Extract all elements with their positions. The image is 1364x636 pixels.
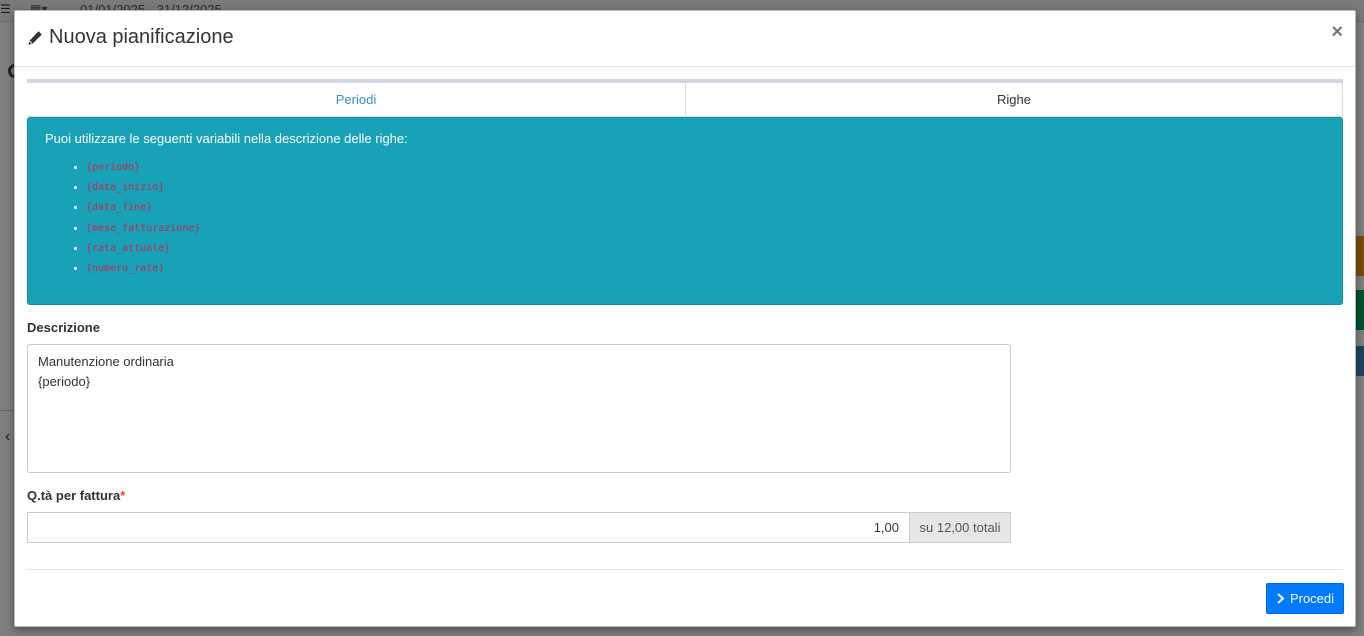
variables-list: {periodo} {data_inizio} {data_fine} {mes… (68, 162, 200, 283)
modal-title: Nuova pianificazione (27, 26, 234, 49)
description-label: Descrizione (27, 320, 100, 335)
quantity-label-text: Q.tà per fattura (27, 488, 121, 503)
close-button[interactable]: × (1331, 22, 1343, 42)
variable-code: {rata_attuale} (86, 242, 171, 254)
quantity-input[interactable]: 1,00 (27, 512, 909, 543)
proceed-label: Procedi (1289, 591, 1335, 606)
variables-info-box: Puoi utilizzare le seguenti variabili ne… (27, 117, 1343, 305)
proceed-button[interactable]: Procedi (1266, 583, 1344, 614)
variable-item: {numero_rate} (86, 263, 200, 283)
variable-item: {mese_fatturazione} (86, 223, 200, 243)
variable-code: {data_inizio} (86, 182, 165, 194)
variable-item: {data_inizio} (86, 182, 200, 202)
variable-code: {data_fine} (86, 202, 153, 214)
chevron-right-icon (1277, 593, 1285, 604)
variable-item: {data_fine} (86, 202, 200, 222)
tab-bar: Periodi Righe (27, 79, 1343, 117)
description-textarea[interactable]: Manutenzione ordinaria {periodo} (27, 344, 1011, 473)
variable-code: {numero_rate} (86, 262, 165, 274)
variable-code: {periodo} (86, 162, 141, 173)
variable-item: {periodo} (86, 162, 200, 182)
footer-divider (27, 569, 1343, 570)
modal-title-text: Nuova pianificazione (49, 26, 234, 48)
info-intro: Puoi utilizzare le seguenti variabili ne… (45, 131, 408, 146)
required-mark: * (120, 488, 126, 503)
variable-item: {rata_attuale} (86, 243, 200, 263)
tab-periodi[interactable]: Periodi (27, 83, 685, 117)
pencil-icon (28, 30, 42, 45)
quantity-label: Q.tà per fattura* (27, 488, 125, 503)
quantity-total-addon: su 12,00 totali (909, 512, 1011, 543)
modal-header: Nuova pianificazione × (15, 11, 1355, 67)
planning-modal: Nuova pianificazione × Periodi Righe Puo… (14, 10, 1356, 627)
variable-code: {mese_fatturazione} (86, 222, 201, 234)
tab-righe[interactable]: Righe (685, 83, 1343, 117)
